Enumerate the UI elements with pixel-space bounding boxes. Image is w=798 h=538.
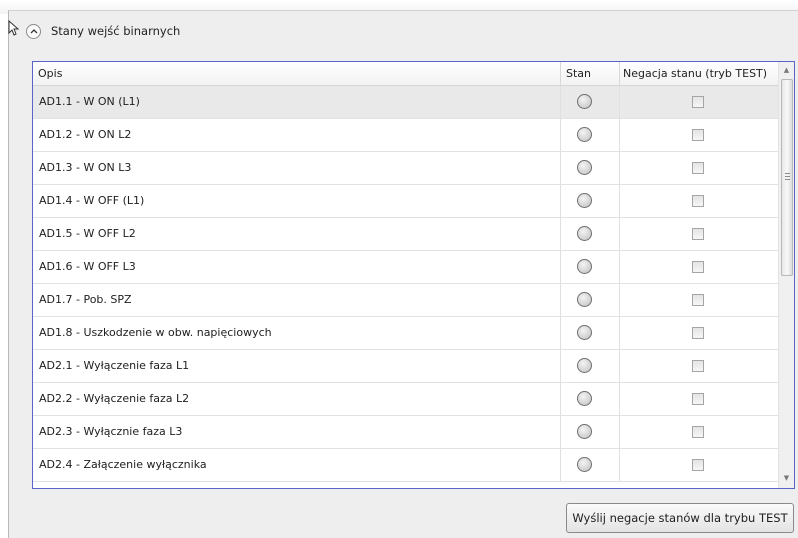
scroll-down-arrow-icon[interactable]: ▼ bbox=[779, 470, 794, 486]
table-row[interactable]: AD2.2 - Wyłączenie faza L2 bbox=[33, 383, 778, 416]
negation-checkbox[interactable] bbox=[692, 360, 704, 372]
cell-divider bbox=[619, 185, 620, 217]
state-led-icon bbox=[577, 259, 592, 274]
cell-divider bbox=[560, 185, 561, 217]
table-row[interactable]: AD2.4 - Załączenie wyłącznika bbox=[33, 449, 778, 482]
row-description: AD1.6 - W OFF L3 bbox=[39, 260, 136, 273]
cell-divider bbox=[560, 152, 561, 184]
cell-divider bbox=[619, 317, 620, 349]
grid-rows: AD1.1 - W ON (L1) AD1.2 - W ON L2 AD1.3 - … bbox=[33, 86, 778, 482]
state-led-icon bbox=[577, 292, 592, 307]
negation-checkbox[interactable] bbox=[692, 129, 704, 141]
group-header: Stany wejść binarnych bbox=[26, 22, 180, 40]
row-description: AD2.2 - Wyłączenie faza L2 bbox=[39, 392, 190, 405]
row-description: AD1.8 - Uszkodzenie w obw. napięciowych bbox=[39, 326, 272, 339]
negation-checkbox[interactable] bbox=[692, 459, 704, 471]
collapse-button[interactable] bbox=[26, 23, 41, 39]
row-description: AD1.5 - W OFF L2 bbox=[39, 227, 136, 240]
cell-divider bbox=[560, 383, 561, 415]
cell-divider bbox=[619, 383, 620, 415]
thumb-grip bbox=[785, 179, 790, 180]
cell-divider bbox=[560, 251, 561, 283]
cell-divider bbox=[619, 350, 620, 382]
state-led-icon bbox=[577, 325, 592, 340]
negation-checkbox[interactable] bbox=[692, 327, 704, 339]
cell-divider bbox=[560, 449, 561, 481]
negation-checkbox[interactable] bbox=[692, 162, 704, 174]
thumb-grip bbox=[785, 176, 790, 177]
cell-divider bbox=[619, 152, 620, 184]
cell-divider bbox=[619, 284, 620, 316]
grid-header: Opis Stan Negacja stanu (tryb TEST) bbox=[33, 62, 778, 86]
cell-divider bbox=[560, 350, 561, 382]
state-led-icon bbox=[577, 424, 592, 439]
cell-divider bbox=[560, 416, 561, 448]
row-description: AD1.4 - W OFF (L1) bbox=[39, 194, 145, 207]
state-led-icon bbox=[577, 160, 592, 175]
column-header-negacja[interactable]: Negacja stanu (tryb TEST) bbox=[623, 62, 767, 85]
scroll-up-arrow-icon[interactable]: ▲ bbox=[779, 62, 794, 78]
row-description: AD1.3 - W ON L3 bbox=[39, 161, 132, 174]
state-led-icon bbox=[577, 127, 592, 142]
table-row[interactable]: AD1.5 - W OFF L2 bbox=[33, 218, 778, 251]
table-row[interactable]: AD1.3 - W ON L3 bbox=[33, 152, 778, 185]
row-description: AD2.4 - Załączenie wyłącznika bbox=[39, 458, 207, 471]
column-divider[interactable] bbox=[560, 62, 561, 85]
column-header-opis[interactable]: Opis bbox=[38, 62, 62, 85]
table-row[interactable]: AD2.3 - Wyłącznie faza L3 bbox=[33, 416, 778, 449]
cell-divider bbox=[560, 284, 561, 316]
group-title: Stany wejść binarnych bbox=[51, 24, 181, 38]
negation-checkbox[interactable] bbox=[692, 426, 704, 438]
scrollbar-thumb[interactable] bbox=[781, 79, 793, 276]
cell-divider bbox=[560, 317, 561, 349]
row-description: AD1.2 - W ON L2 bbox=[39, 128, 132, 141]
row-description: AD2.3 - Wyłącznie faza L3 bbox=[39, 425, 183, 438]
state-led-icon bbox=[577, 391, 592, 406]
mouse-cursor-icon bbox=[8, 20, 20, 36]
table-row[interactable]: AD1.4 - W OFF (L1) bbox=[33, 185, 778, 218]
cell-divider bbox=[560, 218, 561, 250]
cell-divider bbox=[619, 449, 620, 481]
table-row[interactable]: AD1.2 - W ON L2 bbox=[33, 119, 778, 152]
negation-checkbox[interactable] bbox=[692, 261, 704, 273]
state-led-icon bbox=[577, 457, 592, 472]
cell-divider bbox=[619, 86, 620, 118]
thumb-grip bbox=[785, 173, 790, 174]
state-led-icon bbox=[577, 193, 592, 208]
table-row[interactable]: AD1.7 - Pob. SPZ bbox=[33, 284, 778, 317]
row-description: AD1.1 - W ON (L1) bbox=[39, 95, 140, 108]
state-led-icon bbox=[577, 226, 592, 241]
negation-checkbox[interactable] bbox=[692, 228, 704, 240]
column-header-stan[interactable]: Stan bbox=[566, 62, 616, 85]
table-row[interactable]: AD1.1 - W ON (L1) bbox=[33, 86, 778, 119]
negation-checkbox[interactable] bbox=[692, 294, 704, 306]
send-negations-button[interactable]: Wyślij negacje stanów dla trybu TEST bbox=[566, 503, 794, 533]
negation-checkbox[interactable] bbox=[692, 195, 704, 207]
negation-checkbox[interactable] bbox=[692, 96, 704, 108]
state-led-icon bbox=[577, 94, 592, 109]
cell-divider bbox=[560, 86, 561, 118]
cell-divider bbox=[619, 416, 620, 448]
binary-inputs-grid: Opis Stan Negacja stanu (tryb TEST) AD1.… bbox=[32, 61, 795, 489]
cell-divider bbox=[619, 251, 620, 283]
cell-divider bbox=[560, 119, 561, 151]
cell-divider bbox=[619, 218, 620, 250]
cell-divider bbox=[619, 119, 620, 151]
table-row[interactable]: AD2.1 - Wyłączenie faza L1 bbox=[33, 350, 778, 383]
table-row[interactable]: AD1.8 - Uszkodzenie w obw. napięciowych bbox=[33, 317, 778, 350]
row-description: AD1.7 - Pob. SPZ bbox=[39, 293, 132, 306]
state-led-icon bbox=[577, 358, 592, 373]
negation-checkbox[interactable] bbox=[692, 393, 704, 405]
column-divider[interactable] bbox=[619, 62, 620, 85]
vertical-scrollbar[interactable]: ▲ ▼ bbox=[778, 62, 794, 488]
table-row[interactable]: AD1.6 - W OFF L3 bbox=[33, 251, 778, 284]
chevron-up-icon bbox=[30, 29, 37, 34]
row-description: AD2.1 - Wyłączenie faza L1 bbox=[39, 359, 190, 372]
